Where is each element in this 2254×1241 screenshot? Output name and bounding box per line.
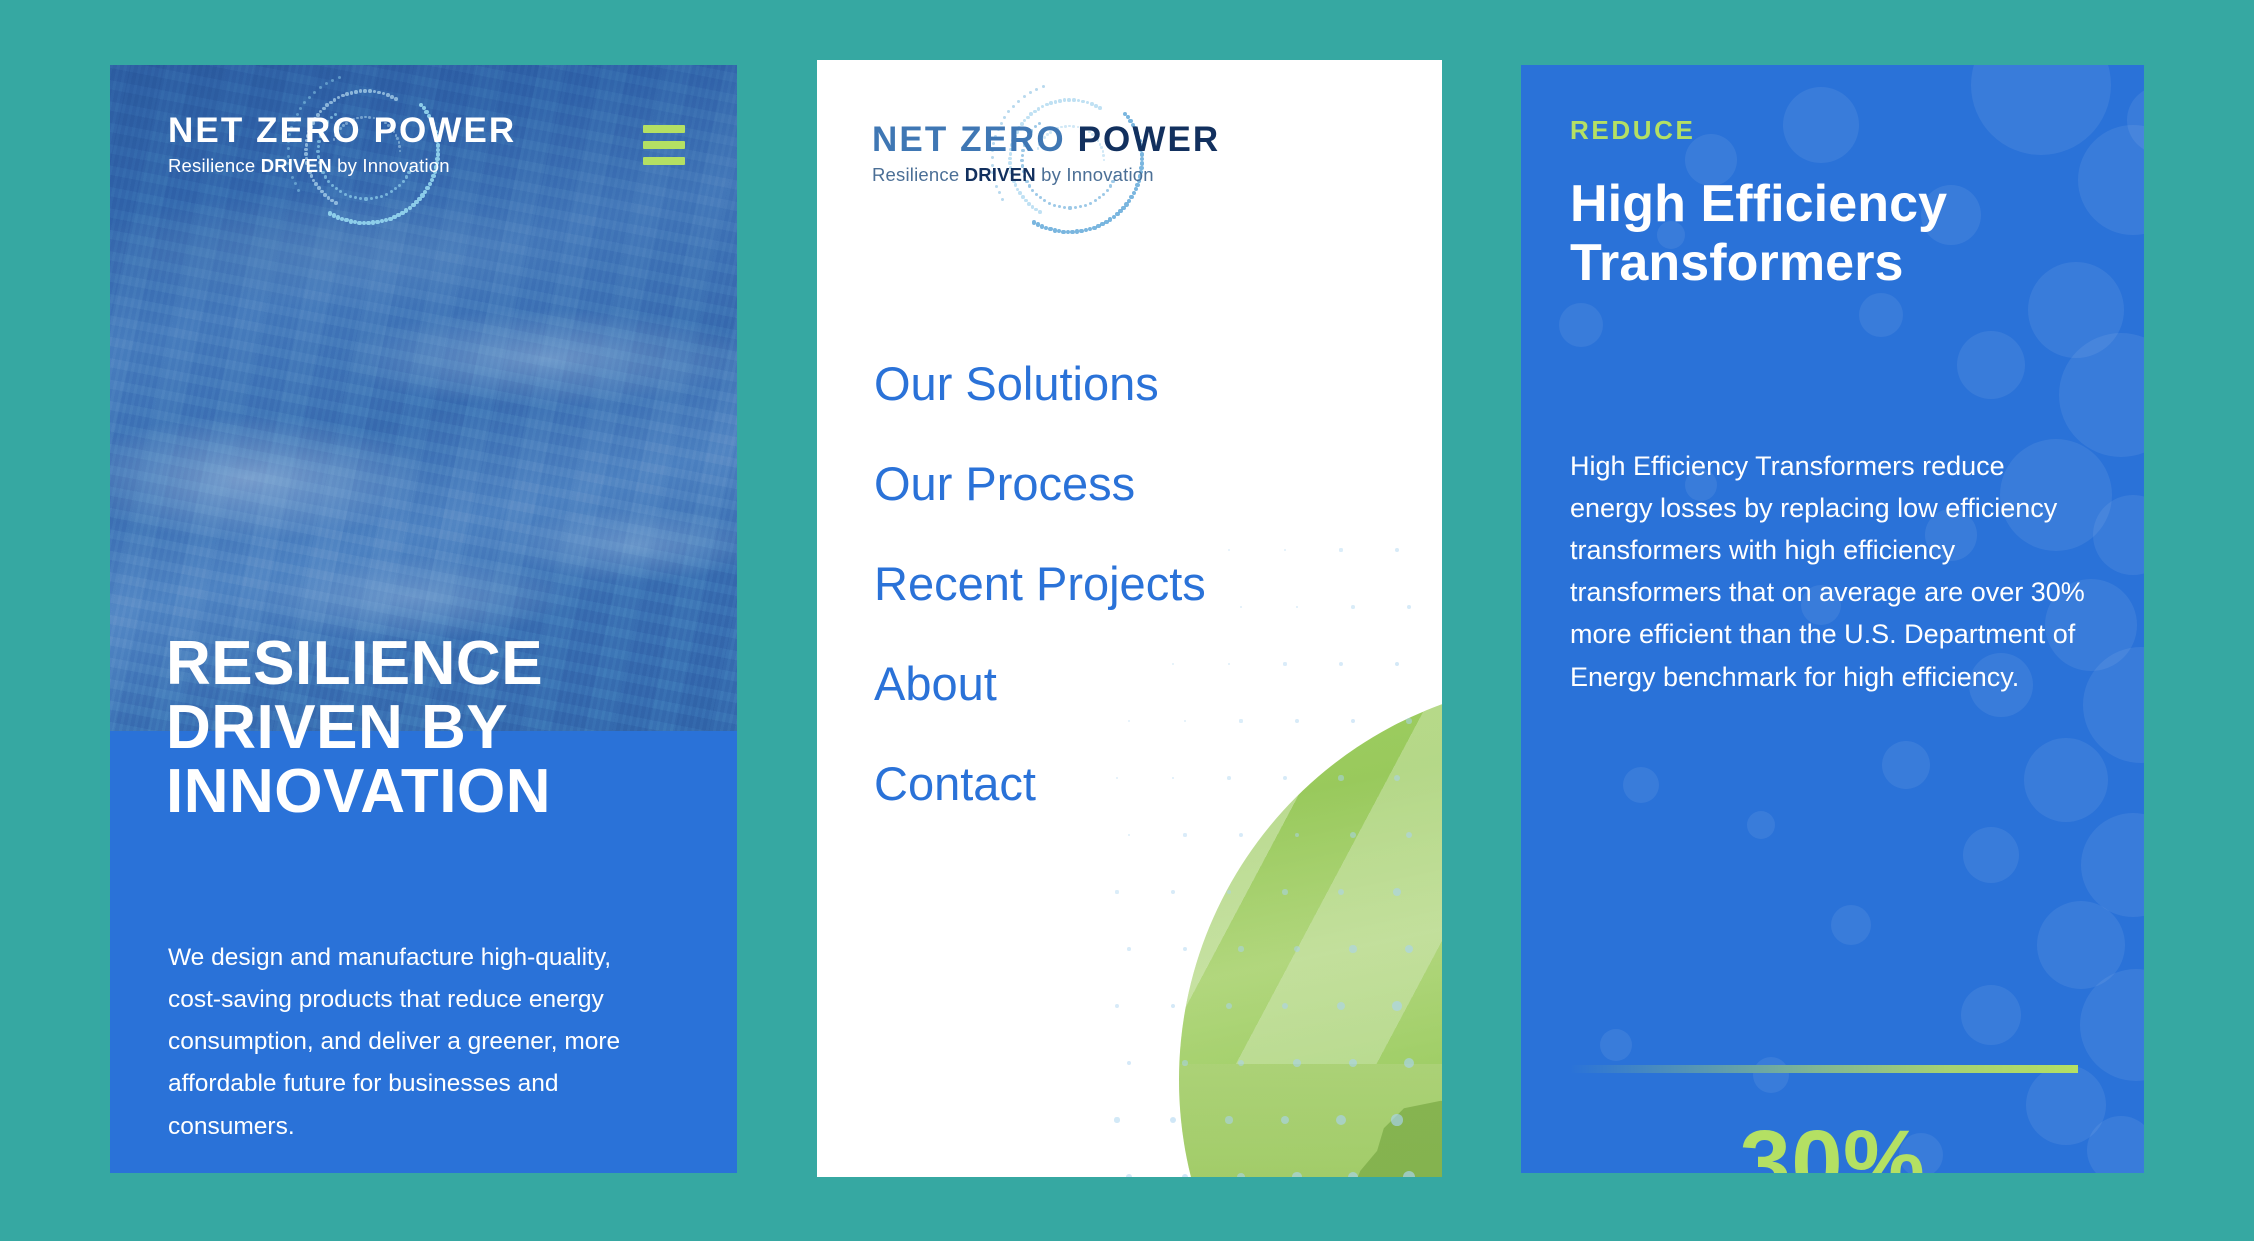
menu-screen-card: NET ZERO POWER Resilience DRIVEN by Inno… (817, 60, 1442, 1177)
stat-title: High Efficiency Transformers (1570, 175, 1947, 293)
nav-item-our-solutions[interactable]: Our Solutions (874, 360, 1206, 407)
stat-screen-card: REDUCE High Efficiency Transformers High… (1521, 65, 2144, 1173)
nav-item-recent-projects[interactable]: Recent Projects (874, 560, 1206, 607)
hamburger-bar (643, 141, 685, 149)
gradient-divider (1570, 1065, 2078, 1073)
stat-body-text: High Efficiency Transformers reduce ener… (1570, 451, 2085, 692)
hamburger-bar (643, 157, 685, 165)
hero-logo[interactable]: NET ZERO POWER Resilience DRIVEN by Inno… (168, 76, 517, 226)
logo-tagline: Resilience DRIVEN by Innovation (168, 155, 468, 177)
menu-logo[interactable]: NET ZERO POWER Resilience DRIVEN by Inno… (872, 85, 1252, 235)
tagline-bold: DRIVEN (964, 164, 1036, 185)
tagline-pre: Resilience (872, 164, 965, 185)
stat-title-line: High Efficiency (1570, 175, 1948, 233)
hero-title-line: DRIVEN BY (166, 692, 509, 762)
main-navigation: Our Solutions Our Process Recent Project… (874, 360, 1206, 860)
globe-orbit-icon (990, 80, 1150, 240)
logo-wordmark: NET ZERO POWER (168, 111, 517, 150)
hero-title-line: INNOVATION (166, 756, 552, 826)
stat-title-line: Transformers (1570, 233, 1904, 292)
nav-item-contact[interactable]: Contact (874, 760, 1206, 807)
logo-tagline: Resilience DRIVEN by Innovation (872, 164, 1252, 186)
hero-body-text: We design and manufacture high-quality, … (168, 944, 621, 1140)
logo-wordmark-netzero: NET ZERO (872, 120, 1066, 159)
screenshot-canvas: NET ZERO POWER Resilience DRIVEN by Inno… (0, 0, 2254, 1241)
hero-screen-card: NET ZERO POWER Resilience DRIVEN by Inno… (110, 65, 737, 1173)
tagline-post: by Innovation (331, 155, 450, 176)
tagline-pre: Resilience (168, 155, 261, 176)
hamburger-bar (643, 125, 685, 133)
tagline-post: by Innovation (1035, 164, 1154, 185)
tagline-bold: DRIVEN (260, 155, 332, 176)
hero-title: RESILIENCE DRIVEN BY INNOVATION (166, 632, 551, 824)
stat-eyebrow-label: REDUCE (1570, 115, 1696, 145)
stat-percentage-value: 30% (1739, 1112, 1926, 1173)
nav-item-our-process[interactable]: Our Process (874, 460, 1206, 507)
logo-wordmark: NET ZERO POWER (872, 122, 1252, 157)
hero-title-line: RESILIENCE (166, 629, 544, 698)
nav-item-about[interactable]: About (874, 660, 1206, 707)
logo-wordmark-power: POWER (1065, 120, 1221, 159)
hamburger-menu-icon[interactable] (643, 125, 685, 165)
